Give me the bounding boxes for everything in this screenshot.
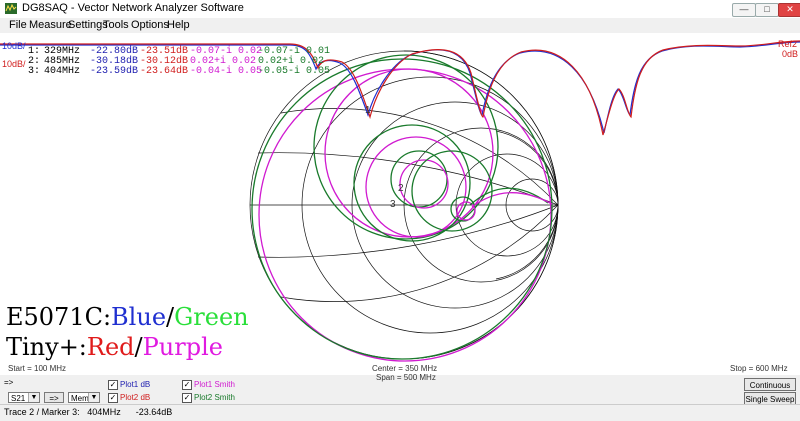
x-arc-plus-0.2 — [257, 152, 559, 206]
title-bar: DG8SAQ - Vector Network Analyzer Softwar… — [0, 0, 800, 19]
status-text: Trace 2 / Marker 3: 404MHz -23.64dB — [4, 407, 173, 417]
chevron-down-icon: ▼ — [28, 393, 39, 402]
overlay-prefix-1: E5071C: — [6, 303, 112, 331]
stop-freq-label: Stop = 600 MHz — [730, 364, 788, 373]
marker-val-blue: -23.59dB — [90, 66, 139, 77]
maximize-button[interactable]: □ — [755, 3, 779, 17]
marker-symbols: 1 2 3 — [365, 105, 404, 210]
purple-mid-loop — [365, 136, 467, 238]
chevron-down-icon: ▼ — [88, 393, 99, 402]
start-freq-label: Start = 100 MHz — [8, 364, 67, 373]
menu-settings[interactable]: Settings — [68, 18, 108, 32]
span-label: Span = 500 MHz — [376, 373, 436, 382]
plot2-smith-label: Plot2 Smith — [194, 393, 235, 402]
plot2-smith-checkbox[interactable]: ✓ — [182, 393, 192, 403]
transfer-button[interactable]: => — [44, 392, 64, 403]
overlay-line-2: Tiny+:Red/Purple — [6, 334, 223, 360]
menu-bar: File Measure Settings Tools Options Help — [0, 18, 800, 32]
overlay-red: Red — [86, 333, 135, 361]
marker-imp-green: -0.05-i 0.05 — [258, 66, 331, 77]
menu-measure[interactable]: Measure — [29, 18, 72, 32]
center-freq-label: Center = 350 MHz — [372, 364, 438, 373]
minimize-button[interactable]: — — [732, 3, 756, 17]
plot-area[interactable]: 1 2 3 10dB/ 10dB/ Ref2 0dB 1: 329MHz -22… — [0, 33, 800, 382]
marker-imp-purple: -0.04-i 0.05 — [190, 66, 263, 77]
smith-marker-2: 2 — [398, 183, 404, 194]
menu-tools[interactable]: Tools — [103, 18, 129, 32]
ref-db-label: 0dB — [782, 49, 799, 59]
overlay-slash-2: / — [134, 333, 143, 361]
plot1-db-checkbox[interactable]: ✓ — [108, 380, 118, 390]
continuous-button[interactable]: Continuous — [744, 378, 796, 391]
menu-options[interactable]: Options — [131, 18, 169, 32]
db-marker-1: 1 — [365, 105, 371, 116]
trace-select[interactable]: S21 ▼ — [8, 392, 40, 403]
overlay-line-1: E5071C:Blue/Green — [6, 304, 249, 330]
smith-traces — [251, 54, 553, 362]
smith-marker-3: 3 — [390, 199, 396, 210]
marker-val-red: -23.64dB — [140, 66, 189, 77]
overlay-purple: Purple — [142, 333, 223, 361]
red-scale-label: 10dB/ — [2, 59, 26, 69]
vna-app-icon — [5, 3, 17, 14]
plot2-db-checkbox[interactable]: ✓ — [108, 393, 118, 403]
marker-freq: 404MHz — [44, 66, 81, 77]
x-arc-minus-0.2 — [257, 204, 559, 258]
arrow-label: => — [4, 378, 14, 387]
blue-scale-label: 10dB/ — [2, 41, 26, 51]
trace-select-value: S21 — [11, 394, 26, 403]
marker-num: 3: — [28, 66, 41, 77]
green-lower-loop — [411, 150, 493, 232]
plot1-db-label: Plot1 dB — [120, 380, 151, 389]
plot1-smith-label: Plot1 Smith — [194, 380, 235, 389]
menu-help[interactable]: Help — [167, 18, 190, 32]
close-button[interactable]: ✕ — [778, 3, 800, 17]
menu-file[interactable]: File — [9, 18, 27, 32]
plot2-db-label: Plot2 dB — [120, 393, 151, 402]
memory-select[interactable]: Mem 1 ▼ — [68, 392, 100, 403]
window-title: DG8SAQ - Vector Network Analyzer Softwar… — [22, 2, 244, 14]
green-mid-loop — [353, 124, 471, 242]
overlay-blue: Blue — [111, 303, 167, 331]
ref-label: Ref2 — [778, 39, 798, 49]
overlay-slash-1: / — [166, 303, 175, 331]
plot1-smith-checkbox[interactable]: ✓ — [182, 380, 192, 390]
overlay-green: Green — [174, 303, 249, 331]
status-bar: Trace 2 / Marker 3: 404MHz -23.64dB — [0, 404, 800, 421]
overlay-prefix-2: Tiny+: — [6, 333, 87, 361]
green-upper-loop — [313, 54, 499, 240]
